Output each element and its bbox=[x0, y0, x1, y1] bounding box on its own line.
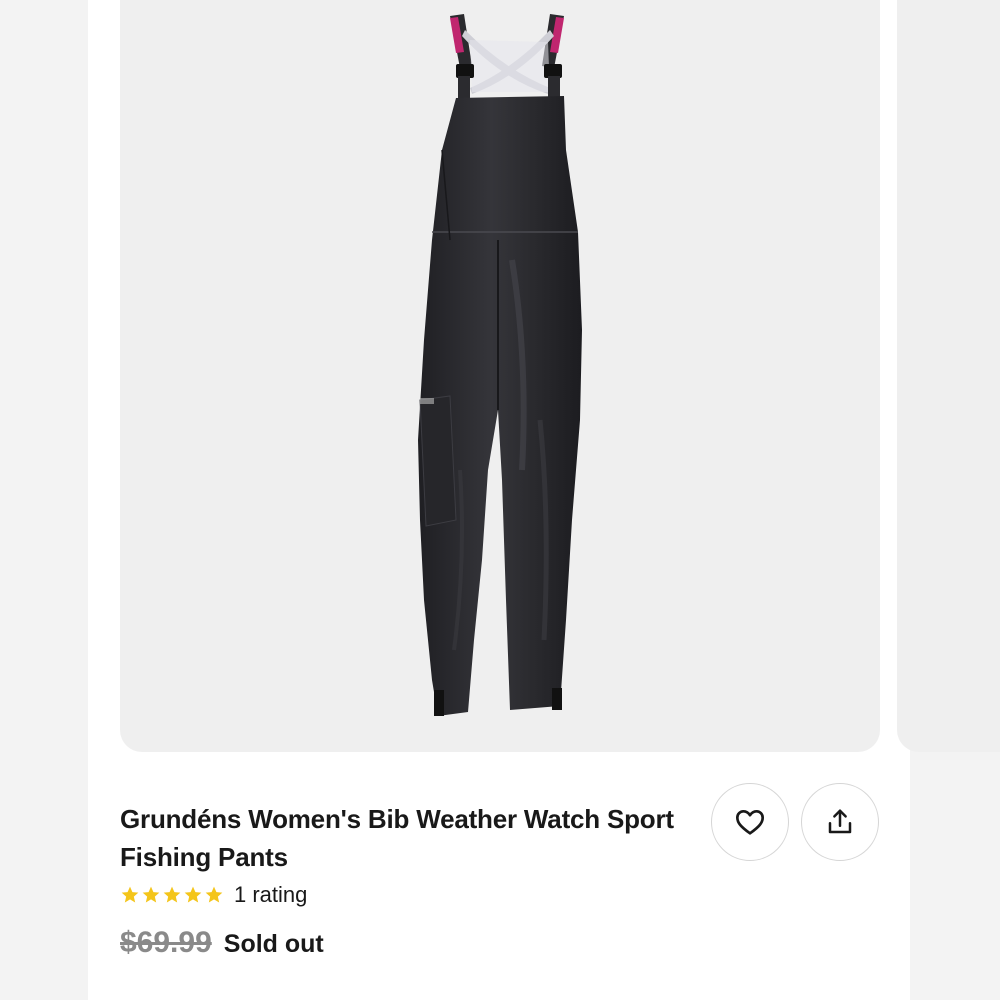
next-gallery-image-peek[interactable] bbox=[897, 0, 1000, 752]
star-icon bbox=[184, 886, 202, 903]
heart-icon bbox=[736, 810, 764, 835]
price-row: $69.99 Sold out bbox=[120, 926, 324, 960]
star-rating bbox=[120, 885, 224, 905]
overall-straps bbox=[450, 14, 564, 102]
product-title: Grundéns Women's Bib Weather Watch Sport… bbox=[120, 804, 674, 872]
star-icon bbox=[142, 886, 160, 903]
star-icon bbox=[121, 886, 139, 903]
product-image-gallery[interactable] bbox=[120, 0, 880, 752]
watchlist-button[interactable] bbox=[711, 783, 789, 861]
rating-count[interactable]: 1 rating bbox=[234, 882, 307, 908]
share-button[interactable] bbox=[801, 783, 879, 861]
availability-status: Sold out bbox=[223, 930, 324, 958]
star-icon bbox=[205, 886, 223, 903]
star-icon bbox=[163, 886, 181, 903]
product-image[interactable] bbox=[120, 0, 880, 752]
original-price: $69.99 bbox=[120, 926, 212, 959]
share-icon bbox=[828, 809, 852, 834]
rating-row[interactable]: 1 rating bbox=[120, 882, 307, 908]
